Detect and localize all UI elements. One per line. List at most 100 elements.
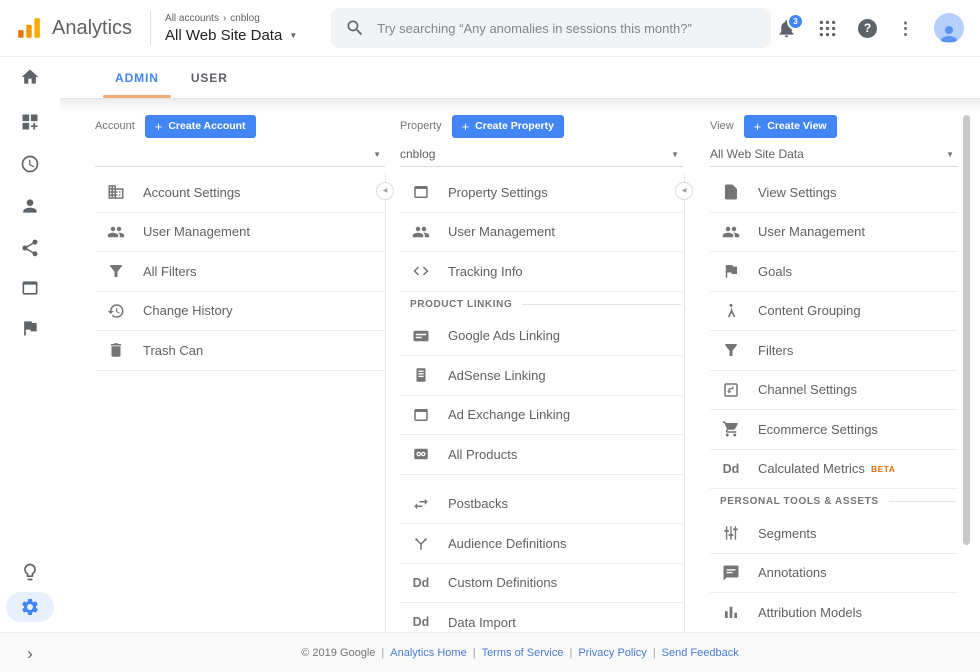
tab-bar: ADMIN USER [60, 57, 980, 99]
sidebar-item-behavior[interactable] [0, 278, 60, 298]
sidebar-item-insights[interactable] [0, 562, 60, 582]
document-icon [720, 183, 742, 201]
sidebar-item-home[interactable] [0, 67, 60, 87]
arrow-left-icon: ◀ [383, 188, 388, 194]
chevron-down-icon: ▼ [289, 31, 297, 40]
sidebar-item-audience[interactable] [0, 196, 60, 216]
fork-icon [410, 534, 432, 552]
collapse-property-column-button[interactable]: ◀ [675, 182, 693, 200]
trash-icon [105, 341, 127, 359]
view-dropdown[interactable]: All Web Site Data ▼ [710, 142, 958, 167]
menu-item-goals[interactable]: Goals [710, 252, 958, 292]
account-dropdown[interactable]: ▼ [95, 142, 385, 167]
footer-link-privacy-policy[interactable]: Privacy Policy [578, 647, 646, 659]
sidebar-item-realtime[interactable] [0, 154, 60, 174]
history-icon [105, 302, 127, 320]
footer-separator: | [473, 647, 476, 659]
code-icon [410, 262, 432, 280]
menu-item-segments[interactable]: Segments [710, 514, 958, 554]
analytics-logo[interactable]: Analytics [16, 15, 132, 41]
menu-item-google-ads-linking[interactable]: Google Ads Linking [400, 317, 683, 357]
person-icon [20, 196, 40, 216]
dropdown-caret-icon: ▼ [671, 150, 679, 159]
search-input[interactable] [331, 8, 771, 48]
header-actions: 3 ? ⋮ [776, 13, 964, 43]
menu-item-adsense-linking[interactable]: AdSense Linking [400, 356, 683, 396]
building-icon [105, 183, 127, 201]
create-property-button[interactable]: + Create Property [452, 115, 564, 138]
menu-item-postbacks[interactable]: Postbacks [400, 485, 683, 525]
swap-arrows-icon [410, 495, 432, 513]
menu-item-account-settings[interactable]: Account Settings [95, 173, 385, 213]
footer-link-analytics-home[interactable]: Analytics Home [390, 647, 466, 659]
apps-grid-icon[interactable] [817, 18, 838, 39]
share-node-icon [20, 238, 40, 258]
arrow-left-icon: ◀ [682, 188, 687, 194]
menu-item-view-settings[interactable]: View Settings [710, 173, 958, 213]
flag-icon [720, 262, 742, 280]
menu-item-custom-definitions[interactable]: Dd Custom Definitions [400, 564, 683, 604]
menu-item-ad-exchange-linking[interactable]: Ad Exchange Linking [400, 396, 683, 436]
breadcrumb: All accounts › cnblog [165, 13, 297, 24]
dropdown-caret-icon: ▼ [373, 150, 381, 159]
banner-icon [410, 366, 432, 384]
kebab-menu-icon[interactable]: ⋮ [897, 20, 914, 37]
menu-item-change-history[interactable]: Change History [95, 292, 385, 332]
help-button[interactable]: ? [858, 19, 877, 38]
sidebar-item-acquisition[interactable] [0, 238, 60, 258]
notifications-button[interactable]: 3 [776, 18, 797, 39]
clock-icon [20, 154, 40, 174]
account-column-title: Account [95, 120, 135, 132]
menu-item-data-import[interactable]: Dd Data Import [400, 603, 683, 632]
list-spacer [400, 475, 683, 485]
sliders-icon [720, 524, 742, 542]
left-sidebar: › [0, 57, 60, 672]
admin-content: Account + Create Account ▼ Account Setti… [60, 98, 980, 632]
avatar[interactable] [934, 13, 964, 43]
menu-item-property-settings[interactable]: Property Settings [400, 173, 683, 213]
menu-item-all-products[interactable]: All Products [400, 435, 683, 475]
sidebar-item-admin[interactable] [6, 592, 54, 622]
account-switcher[interactable]: All accounts › cnblog All Web Site Data … [165, 13, 297, 44]
funnel-icon [105, 262, 127, 280]
footer-link-send-feedback[interactable]: Send Feedback [662, 647, 739, 659]
sidebar-item-conversions[interactable] [0, 318, 60, 338]
tab-admin[interactable]: ADMIN [99, 57, 175, 98]
footer-link-terms-of-service[interactable]: Terms of Service [482, 647, 564, 659]
gear-icon [20, 597, 40, 617]
property-dropdown[interactable]: cnblog ▼ [400, 142, 683, 167]
header-divider [150, 11, 151, 45]
brand-title: Analytics [52, 17, 132, 40]
menu-item-tracking-info[interactable]: Tracking Info [400, 252, 683, 292]
channel-box-icon [720, 381, 742, 399]
menu-item-filters[interactable]: Filters [710, 331, 958, 371]
menu-item-ecommerce-settings[interactable]: Ecommerce Settings [710, 410, 958, 450]
menu-item-content-grouping[interactable]: Content Grouping [710, 292, 958, 332]
menu-item-trash-can[interactable]: Trash Can [95, 331, 385, 371]
sidebar-item-customization[interactable] [0, 112, 60, 132]
menu-item-channel-settings[interactable]: Channel Settings [710, 371, 958, 411]
menu-item-attribution-models[interactable]: Attribution Models [710, 593, 958, 632]
breadcrumb-separator: › [223, 13, 226, 24]
plus-icon: + [754, 120, 762, 133]
view-selector-dropdown[interactable]: All Web Site Data ▼ [165, 27, 297, 44]
property-column-title: Property [400, 120, 442, 132]
vertical-scrollbar[interactable] [963, 115, 970, 545]
create-account-button[interactable]: + Create Account [145, 115, 256, 138]
menu-item-property-user-management[interactable]: User Management [400, 213, 683, 253]
sidebar-collapse-button[interactable]: › [0, 645, 60, 662]
collapse-account-column-button[interactable]: ◀ [376, 182, 394, 200]
menu-item-account-user-management[interactable]: User Management [95, 213, 385, 253]
column-divider [684, 173, 685, 632]
create-view-button[interactable]: + Create View [744, 115, 837, 138]
menu-item-audience-definitions[interactable]: Audience Definitions [400, 524, 683, 564]
menu-item-calculated-metrics[interactable]: Dd Calculated Metrics BETA [710, 450, 958, 490]
plus-icon: + [462, 120, 470, 133]
menu-item-all-filters[interactable]: All Filters [95, 252, 385, 292]
tab-user[interactable]: USER [175, 57, 244, 98]
section-rule [522, 304, 681, 305]
menu-item-view-user-management[interactable]: User Management [710, 213, 958, 253]
dimensions-dd-icon: Dd [410, 576, 432, 590]
menu-item-annotations[interactable]: Annotations [710, 554, 958, 594]
notification-badge: 3 [787, 13, 804, 30]
